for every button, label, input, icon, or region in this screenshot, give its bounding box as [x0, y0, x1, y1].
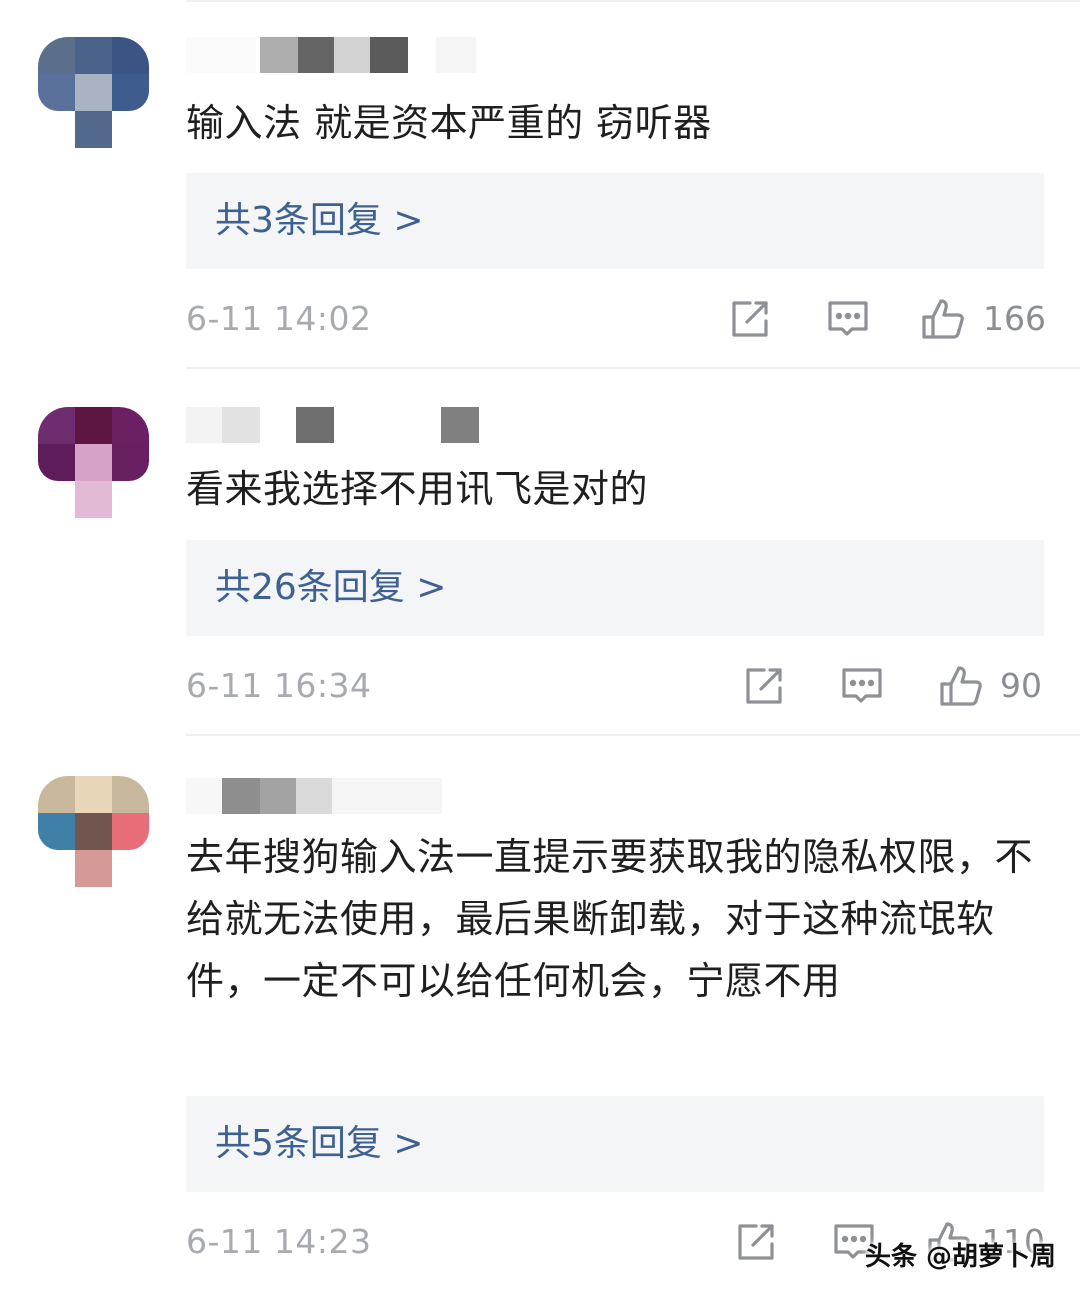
comment-time: 6-11 14:02 [186, 299, 372, 338]
comment-divider [186, 367, 1080, 369]
reply-count-button[interactable]: 共5条回复 > [186, 1096, 1044, 1192]
watermark: 头条 @胡萝卜周 [864, 1242, 1056, 1272]
reply-count-label: 共3条回复 > [215, 200, 424, 241]
reply-count-button[interactable]: 共26条回复 > [186, 540, 1044, 636]
comment-meta: 6-11 14:02 166 [186, 295, 1046, 345]
comment-icon[interactable] [824, 295, 872, 343]
avatar[interactable] [38, 37, 149, 148]
reply-count-label: 共26条回复 > [215, 567, 447, 608]
share-icon[interactable] [740, 662, 788, 710]
avatar[interactable] [38, 776, 149, 887]
share-icon[interactable] [726, 295, 774, 343]
like-count: 166 [983, 299, 1046, 338]
reply-count-button[interactable]: 共3条回复 > [186, 173, 1044, 269]
comment-divider [186, 734, 1080, 736]
comment-time: 6-11 14:23 [186, 1222, 372, 1261]
comment-text: 去年搜狗输入法一直提示要获取我的隐私权限，不给就无法使用，最后果断卸载，对于这种… [186, 835, 1034, 1003]
like-count: 90 [1000, 666, 1042, 705]
comment-meta: 6-11 16:34 90 [186, 662, 1044, 712]
share-icon[interactable] [732, 1218, 780, 1266]
thumbs-up-icon[interactable] [938, 662, 986, 710]
comment-text: 看来我选择不用讯飞是对的 [186, 467, 649, 511]
comment-text: 输入法 就是资本严重的 窃听器 [186, 101, 712, 145]
reply-count-label: 共5条回复 > [215, 1123, 424, 1164]
username-blurred[interactable] [186, 37, 486, 73]
top-divider [186, 0, 1080, 2]
avatar[interactable] [38, 407, 149, 518]
username-blurred[interactable] [186, 778, 486, 814]
comment-time: 6-11 16:34 [186, 666, 372, 705]
comment-icon[interactable] [838, 662, 886, 710]
username-blurred[interactable] [186, 407, 486, 443]
thumbs-up-icon[interactable] [920, 295, 968, 343]
